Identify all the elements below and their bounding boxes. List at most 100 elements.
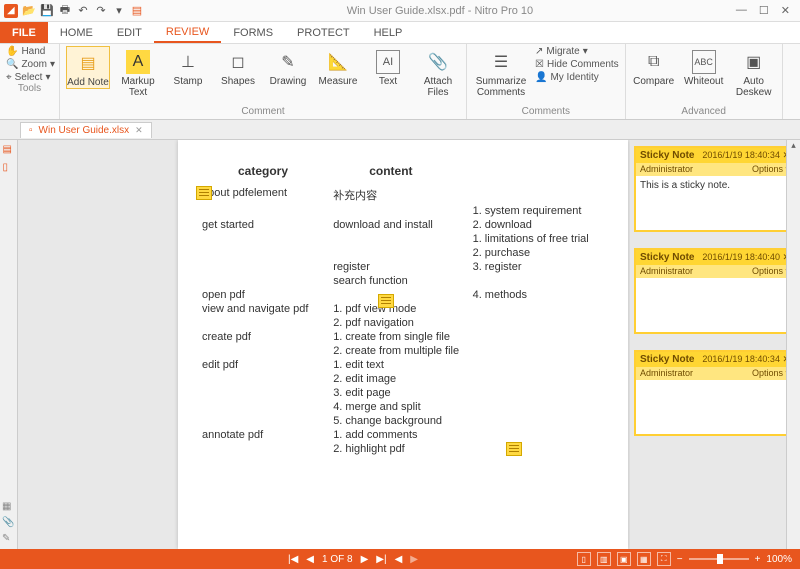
zoom-in-button[interactable]: + xyxy=(755,554,761,565)
table-cell xyxy=(469,442,608,456)
markup-text-button[interactable]: AMarkup Text xyxy=(116,46,160,98)
add-note-button[interactable]: ▤Add Note xyxy=(66,46,110,89)
layers-icon[interactable]: ▦ xyxy=(2,501,14,513)
document-tab[interactable]: ▫ Win User Guide.xlsx ✕ xyxy=(20,122,152,138)
zoom-tool[interactable]: 🔍 Zoom ▾ xyxy=(6,59,53,70)
note-body[interactable] xyxy=(636,380,794,434)
note-body[interactable]: This is a sticky note. xyxy=(636,176,794,230)
status-bar: |◀ ◀ 1 OF 8 ▶ ▶| ◀ ▶ ▯ ▥ ▣ ▦ ⛶ − + 100% xyxy=(0,549,800,569)
sticky-note-card[interactable]: Sticky Note2016/1/19 18:40:40 ✕Administr… xyxy=(634,248,796,334)
table-row: 2. purchase xyxy=(198,246,608,260)
zoom-out-button[interactable]: − xyxy=(677,554,683,565)
close-button[interactable]: ✕ xyxy=(781,4,790,17)
first-page-button[interactable]: |◀ xyxy=(288,554,298,565)
stamp-button[interactable]: ⊥Stamp xyxy=(166,46,210,87)
table-cell: 5. change background xyxy=(329,414,468,428)
scroll-up-icon[interactable]: ▴ xyxy=(787,140,800,154)
prev-page-button[interactable]: ◀ xyxy=(306,554,314,565)
maximize-button[interactable]: ☐ xyxy=(759,4,769,17)
table-cell: about pdfelement xyxy=(198,186,329,204)
view-continuous-button[interactable]: ▥ xyxy=(597,552,611,566)
tab-review[interactable]: REVIEW xyxy=(154,22,221,43)
table-cell: open pdf xyxy=(198,288,329,302)
table-row: 4. merge and split xyxy=(198,400,608,414)
pdf-icon: ▫ xyxy=(29,125,33,136)
drawing-icon: ✎ xyxy=(276,50,300,74)
table-cell: 补充内容 xyxy=(329,186,468,204)
attachments-icon[interactable]: 📎 xyxy=(2,517,14,529)
table-cell xyxy=(198,260,329,274)
sticky-note-card[interactable]: Sticky Note2016/1/19 18:40:34 ✕Administr… xyxy=(634,350,796,436)
view-fullscreen-button[interactable]: ⛶ xyxy=(657,552,671,566)
minimize-button[interactable]: — xyxy=(736,4,747,17)
open-icon[interactable]: 📂 xyxy=(22,4,36,18)
sticky-note-marker[interactable] xyxy=(196,186,212,200)
select-tool[interactable]: ⌖ Select ▾ xyxy=(6,72,53,83)
table-cell: create pdf xyxy=(198,330,329,344)
nav-forward-button[interactable]: ▶ xyxy=(410,554,418,565)
text-button[interactable]: AIText xyxy=(366,46,410,87)
bookmarks-panel-icon[interactable]: ▯ xyxy=(3,162,15,174)
table-cell xyxy=(329,288,468,302)
nav-back-button[interactable]: ◀ xyxy=(395,554,403,565)
table-cell xyxy=(329,232,468,246)
note-options[interactable]: Options ▾ xyxy=(752,164,790,175)
qat-extra-icon[interactable]: ▤ xyxy=(130,4,144,18)
tab-protect[interactable]: PROTECT xyxy=(285,22,362,43)
table-row: 3. edit page xyxy=(198,386,608,400)
document-tab-bar: ▫ Win User Guide.xlsx ✕ xyxy=(0,120,800,140)
auto-deskew-button[interactable]: ▣Auto Deskew xyxy=(732,46,776,98)
sticky-note-card[interactable]: Sticky Note2016/1/19 18:40:34 ✕Administr… xyxy=(634,146,796,232)
sticky-note-marker[interactable] xyxy=(378,294,394,308)
signatures-icon[interactable]: ✎ xyxy=(2,533,14,545)
ribbon: ✋ Hand 🔍 Zoom ▾ ⌖ Select ▾ Tools ▤Add No… xyxy=(0,44,800,120)
whiteout-button[interactable]: ABCWhiteout xyxy=(682,46,726,87)
page-area[interactable]: category content about pdfelement补充内容1. … xyxy=(18,140,630,549)
my-identity-button[interactable]: 👤 My Identity xyxy=(535,72,619,83)
undo-icon[interactable]: ↶ xyxy=(76,4,90,18)
group-advanced-label: Advanced xyxy=(632,106,776,119)
view-facing-button[interactable]: ▣ xyxy=(617,552,631,566)
sticky-note-marker[interactable] xyxy=(506,442,522,456)
tab-forms[interactable]: FORMS xyxy=(221,22,285,43)
note-date: 2016/1/19 18:40:34 ✕ xyxy=(702,150,790,161)
comments-panel: Sticky Note2016/1/19 18:40:34 ✕Administr… xyxy=(630,140,800,549)
tab-home[interactable]: HOME xyxy=(48,22,105,43)
note-options[interactable]: Options ▾ xyxy=(752,266,790,277)
close-tab-icon[interactable]: ✕ xyxy=(135,125,143,136)
table-cell: 4. methods xyxy=(469,288,608,302)
pdf-page: category content about pdfelement补充内容1. … xyxy=(178,140,628,549)
table-cell xyxy=(198,442,329,456)
tab-file[interactable]: FILE xyxy=(0,22,48,43)
compare-button[interactable]: ⧉Compare xyxy=(632,46,676,87)
last-page-button[interactable]: ▶| xyxy=(376,554,386,565)
save-icon[interactable]: 💾 xyxy=(40,4,54,18)
measure-button[interactable]: 📐Measure xyxy=(316,46,360,87)
summarize-comments-button[interactable]: ☰Summarize Comments xyxy=(473,46,529,98)
tab-help[interactable]: HELP xyxy=(362,22,415,43)
view-facing-continuous-button[interactable]: ▦ xyxy=(637,552,651,566)
next-page-button[interactable]: ▶ xyxy=(361,554,369,565)
hide-comments-button[interactable]: ☒ Hide Comments xyxy=(535,59,619,70)
table-cell: 3. register xyxy=(469,260,608,274)
deskew-icon: ▣ xyxy=(742,50,766,74)
view-single-button[interactable]: ▯ xyxy=(577,552,591,566)
col-header-category: category xyxy=(238,164,288,178)
note-options[interactable]: Options ▾ xyxy=(752,368,790,379)
note-body[interactable] xyxy=(636,278,794,332)
hand-tool[interactable]: ✋ Hand xyxy=(6,46,53,57)
drawing-button[interactable]: ✎Drawing xyxy=(266,46,310,87)
migrate-button[interactable]: ↗ Migrate ▾ xyxy=(535,46,619,57)
pages-panel-icon[interactable]: ▤ xyxy=(3,144,15,156)
redo-icon[interactable]: ↷ xyxy=(94,4,108,18)
zoom-slider[interactable] xyxy=(689,558,749,560)
print-icon[interactable]: 🖶 xyxy=(58,4,72,18)
table-cell xyxy=(469,428,608,442)
shapes-button[interactable]: ◻Shapes xyxy=(216,46,260,87)
tab-edit[interactable]: EDIT xyxy=(105,22,154,43)
note-author: Administrator xyxy=(640,368,693,379)
qat-dropdown-icon[interactable]: ▾ xyxy=(112,4,126,18)
table-cell xyxy=(198,344,329,358)
attach-files-button[interactable]: 📎Attach Files xyxy=(416,46,460,98)
vertical-scrollbar[interactable]: ▴ xyxy=(786,140,800,549)
